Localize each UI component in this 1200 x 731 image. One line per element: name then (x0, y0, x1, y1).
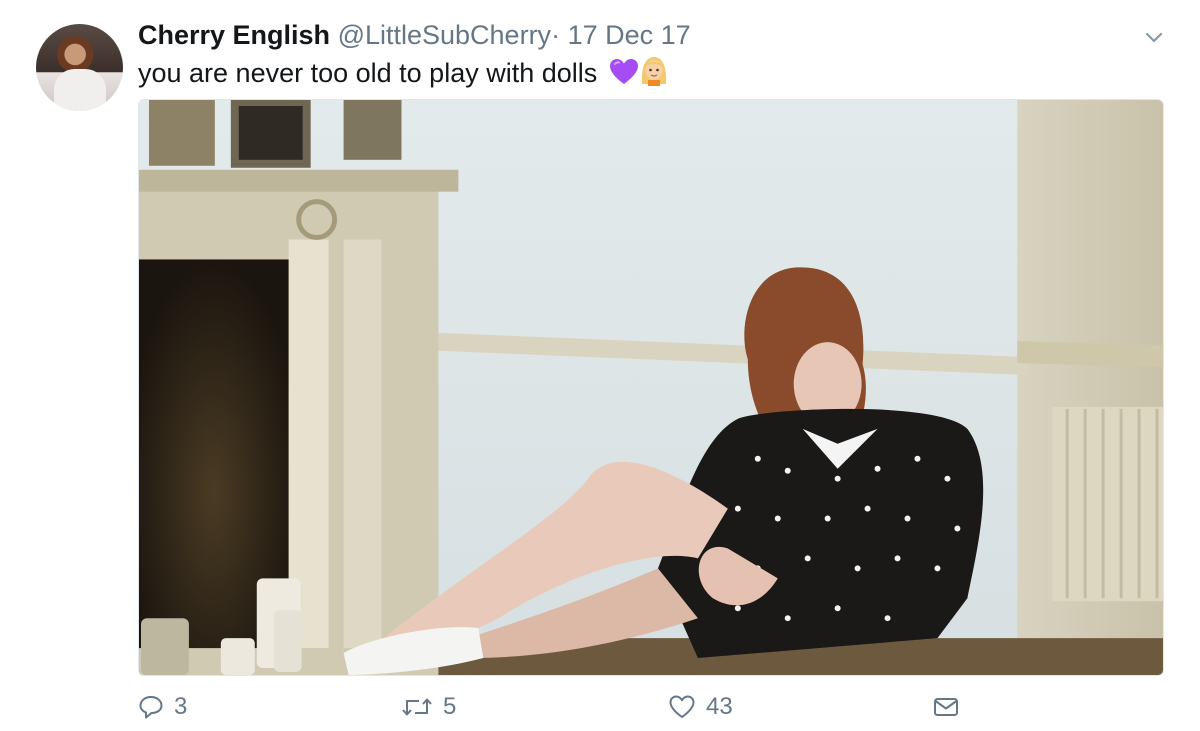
blonde-girl-emoji-icon (641, 57, 666, 86)
direct-message-icon (934, 698, 958, 716)
chevron-down-icon[interactable] (1143, 26, 1165, 48)
tweet-date[interactable]: 17 Dec 17 (568, 20, 691, 50)
like-icon (669, 695, 695, 718)
author-name[interactable]: Cherry English (138, 20, 330, 50)
purple-heart-icon (609, 59, 638, 84)
author-handle[interactable]: @LittleSubCherry (338, 20, 552, 50)
avatar[interactable] (36, 24, 123, 111)
retweet-button[interactable]: 5 (401, 690, 456, 724)
reply-icon (139, 696, 163, 719)
tweet-text-line: you are never too old to play with dolls (138, 54, 669, 91)
tweet-photo[interactable] (138, 99, 1164, 676)
header-separator: · (551, 20, 561, 50)
tweet-header: Cherry English @LittleSubCherry· 17 Dec … (138, 18, 691, 52)
direct-message-button[interactable] (933, 690, 969, 724)
tweet-text: you are never too old to play with dolls (138, 58, 598, 88)
like-count: 43 (706, 693, 733, 720)
reply-count: 3 (174, 693, 188, 720)
retweet-icon (402, 698, 432, 716)
retweet-count: 5 (443, 693, 457, 720)
avatar-figure (54, 69, 106, 111)
reply-button[interactable]: 3 (138, 690, 187, 724)
like-button[interactable]: 43 (668, 690, 733, 724)
